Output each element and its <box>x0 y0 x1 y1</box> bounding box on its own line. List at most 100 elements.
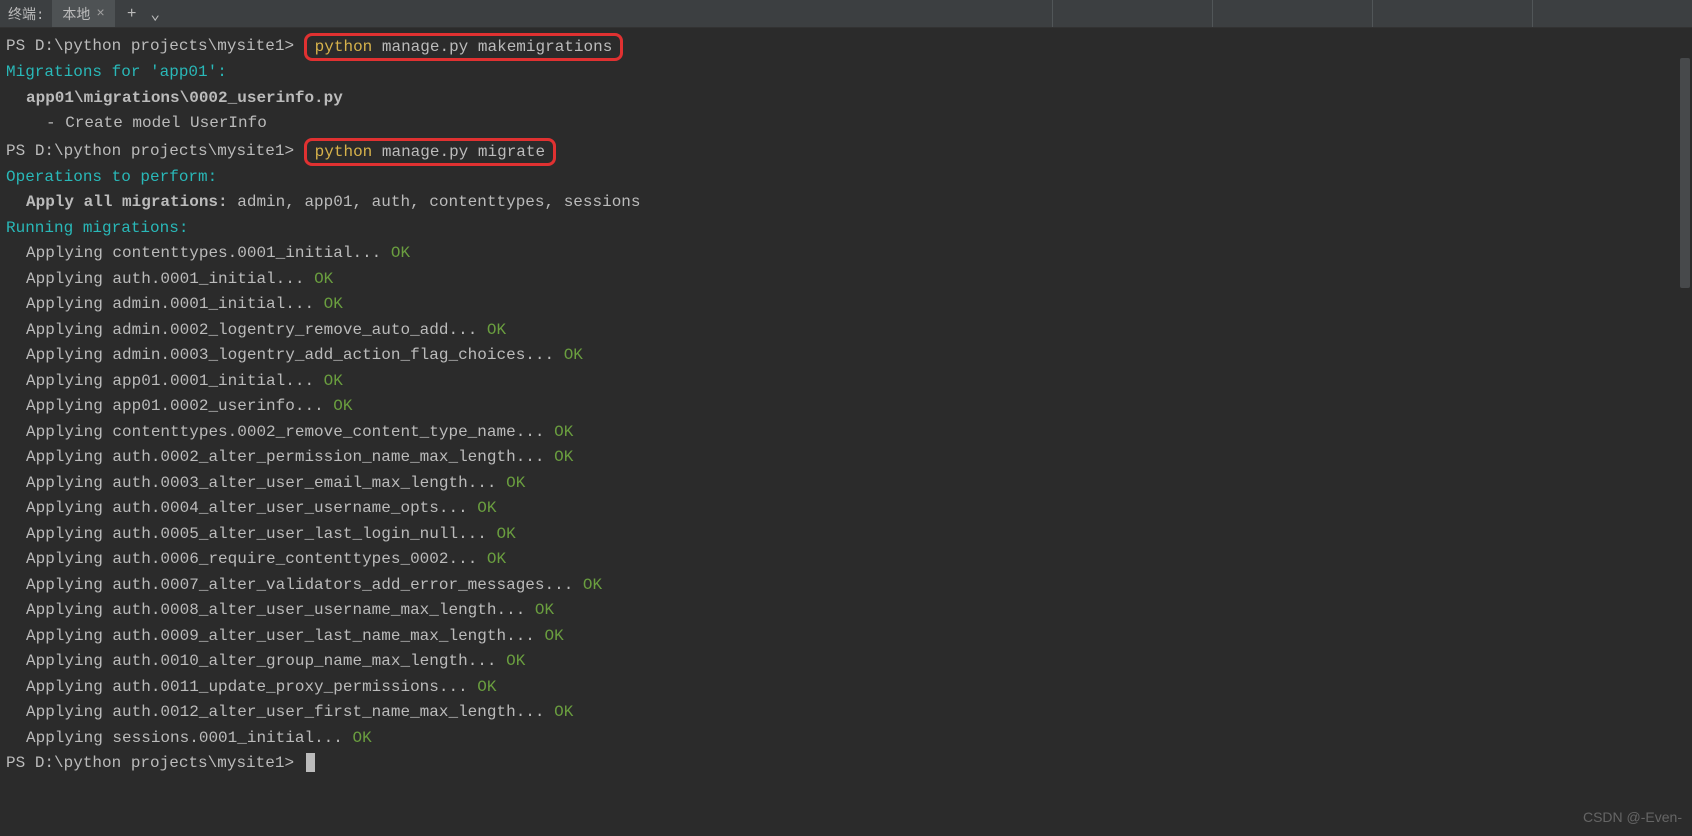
highlighted-command: python manage.py makemigrations <box>304 33 624 61</box>
applying-label: Applying <box>26 423 112 441</box>
status-ok: OK <box>554 703 573 721</box>
migration-name: auth.0007_alter_validators_add_error_mes… <box>112 576 544 594</box>
status-ok: OK <box>583 576 602 594</box>
migration-op: - Create model UserInfo <box>6 111 1686 137</box>
dots: ... <box>496 601 534 619</box>
dots: ... <box>506 627 544 645</box>
migration-name: admin.0002_logentry_remove_auto_add <box>112 321 448 339</box>
migration-name: auth.0004_alter_user_username_opts <box>112 499 438 517</box>
running-header: Running migrations: <box>6 216 1686 242</box>
cwd: D:\python projects\mysite1 <box>35 754 285 772</box>
operations-header: Operations to perform: <box>6 165 1686 191</box>
dots: ... <box>285 295 323 313</box>
dots: ... <box>468 652 506 670</box>
migration-row: Applying auth.0008_alter_user_username_m… <box>6 598 1686 624</box>
tab-title: 本地 <box>62 4 90 24</box>
dots: ... <box>276 270 314 288</box>
dots: ... <box>545 576 583 594</box>
migration-name: auth.0009_alter_user_last_name_max_lengt… <box>112 627 506 645</box>
dots: ... <box>468 474 506 492</box>
cursor <box>306 753 315 772</box>
terminal-output[interactable]: PS D:\python projects\mysite1> python ma… <box>0 28 1692 836</box>
dots: ... <box>516 448 554 466</box>
ps-prefix: PS <box>6 37 35 55</box>
status-ok: OK <box>477 499 496 517</box>
applying-label: Applying <box>26 448 112 466</box>
status-ok: OK <box>352 729 371 747</box>
migration-row: Applying auth.0010_alter_group_name_max_… <box>6 649 1686 675</box>
terminal-tab-local[interactable]: 本地 × <box>52 0 114 27</box>
status-ok: OK <box>506 652 525 670</box>
migration-row: Applying auth.0007_alter_validators_add_… <box>6 573 1686 599</box>
migration-name: auth.0002_alter_permission_name_max_leng… <box>112 448 515 466</box>
migration-row: Applying contenttypes.0002_remove_conten… <box>6 420 1686 446</box>
prompt-gt: > <box>284 142 303 160</box>
terminal-tab-bar: 终端: 本地 × + ⌄ <box>0 0 1692 28</box>
apply-all: Apply all migrations: admin, app01, auth… <box>6 190 1686 216</box>
cwd: D:\python projects\mysite1 <box>35 142 285 160</box>
applying-label: Applying <box>26 295 112 313</box>
applying-label: Applying <box>26 627 112 645</box>
status-ok: OK <box>496 525 515 543</box>
applying-label: Applying <box>26 652 112 670</box>
dots: ... <box>352 244 390 262</box>
migration-name: auth.0011_update_proxy_permissions <box>112 678 438 696</box>
scrollbar-thumb[interactable] <box>1680 58 1690 288</box>
apply-all-label: Apply all migrations: <box>26 193 228 211</box>
ps-prefix: PS <box>6 142 35 160</box>
dots: ... <box>295 397 333 415</box>
status-ok: OK <box>487 321 506 339</box>
applying-label: Applying <box>26 601 112 619</box>
applying-label: Applying <box>26 550 112 568</box>
prompt-line: PS D:\python projects\mysite1> python ma… <box>6 137 1686 165</box>
migration-name: app01.0002_userinfo <box>112 397 294 415</box>
status-ok: OK <box>506 474 525 492</box>
highlighted-command: python manage.py migrate <box>304 138 556 166</box>
ps-prefix: PS <box>6 754 35 772</box>
migration-row: Applying auth.0012_alter_user_first_name… <box>6 700 1686 726</box>
close-icon[interactable]: × <box>96 7 104 21</box>
applying-label: Applying <box>26 499 112 517</box>
migration-name: sessions.0001_initial <box>112 729 314 747</box>
applying-label: Applying <box>26 576 112 594</box>
applying-label: Applying <box>26 346 112 364</box>
tabbar-segment <box>1372 0 1532 27</box>
applying-label: Applying <box>26 244 112 262</box>
prompt-line: PS D:\python projects\mysite1> python ma… <box>6 32 1686 60</box>
migration-row: Applying auth.0005_alter_user_last_login… <box>6 522 1686 548</box>
migration-row: Applying admin.0002_logentry_remove_auto… <box>6 318 1686 344</box>
status-ok: OK <box>554 448 573 466</box>
status-ok: OK <box>314 270 333 288</box>
applying-label: Applying <box>26 703 112 721</box>
migration-name: auth.0012_alter_user_first_name_max_leng… <box>112 703 515 721</box>
status-ok: OK <box>324 295 343 313</box>
new-tab-button[interactable]: + <box>127 5 137 23</box>
applying-label: Applying <box>26 525 112 543</box>
migration-name: contenttypes.0002_remove_content_type_na… <box>112 423 515 441</box>
migration-name: auth.0006_require_contenttypes_0002 <box>112 550 448 568</box>
migration-row: Applying admin.0001_initial... OK <box>6 292 1686 318</box>
status-ok: OK <box>477 678 496 696</box>
dots: ... <box>448 550 486 568</box>
migrations-for: Migrations for 'app01': <box>6 60 1686 86</box>
migration-row: Applying auth.0011_update_proxy_permissi… <box>6 675 1686 701</box>
dots: ... <box>525 346 563 364</box>
migration-name: auth.0005_alter_user_last_login_null <box>112 525 458 543</box>
tabbar-right-segments <box>1052 0 1692 27</box>
status-ok: OK <box>564 346 583 364</box>
dots: ... <box>285 372 323 390</box>
applying-label: Applying <box>26 270 112 288</box>
apply-all-list: admin, app01, auth, contenttypes, sessio… <box>228 193 641 211</box>
tab-dropdown-button[interactable]: ⌄ <box>150 4 160 24</box>
tabbar-segment <box>1212 0 1372 27</box>
migration-name: admin.0001_initial <box>112 295 285 313</box>
applying-label: Applying <box>26 474 112 492</box>
terminal-label: 终端: <box>0 0 52 27</box>
dots: ... <box>314 729 352 747</box>
dots: ... <box>439 499 477 517</box>
migration-row: Applying auth.0009_alter_user_last_name_… <box>6 624 1686 650</box>
cmd-python: python <box>315 143 373 161</box>
cmd-python: python <box>315 38 373 56</box>
tab-actions: + ⌄ <box>115 0 172 27</box>
migration-name: app01.0001_initial <box>112 372 285 390</box>
